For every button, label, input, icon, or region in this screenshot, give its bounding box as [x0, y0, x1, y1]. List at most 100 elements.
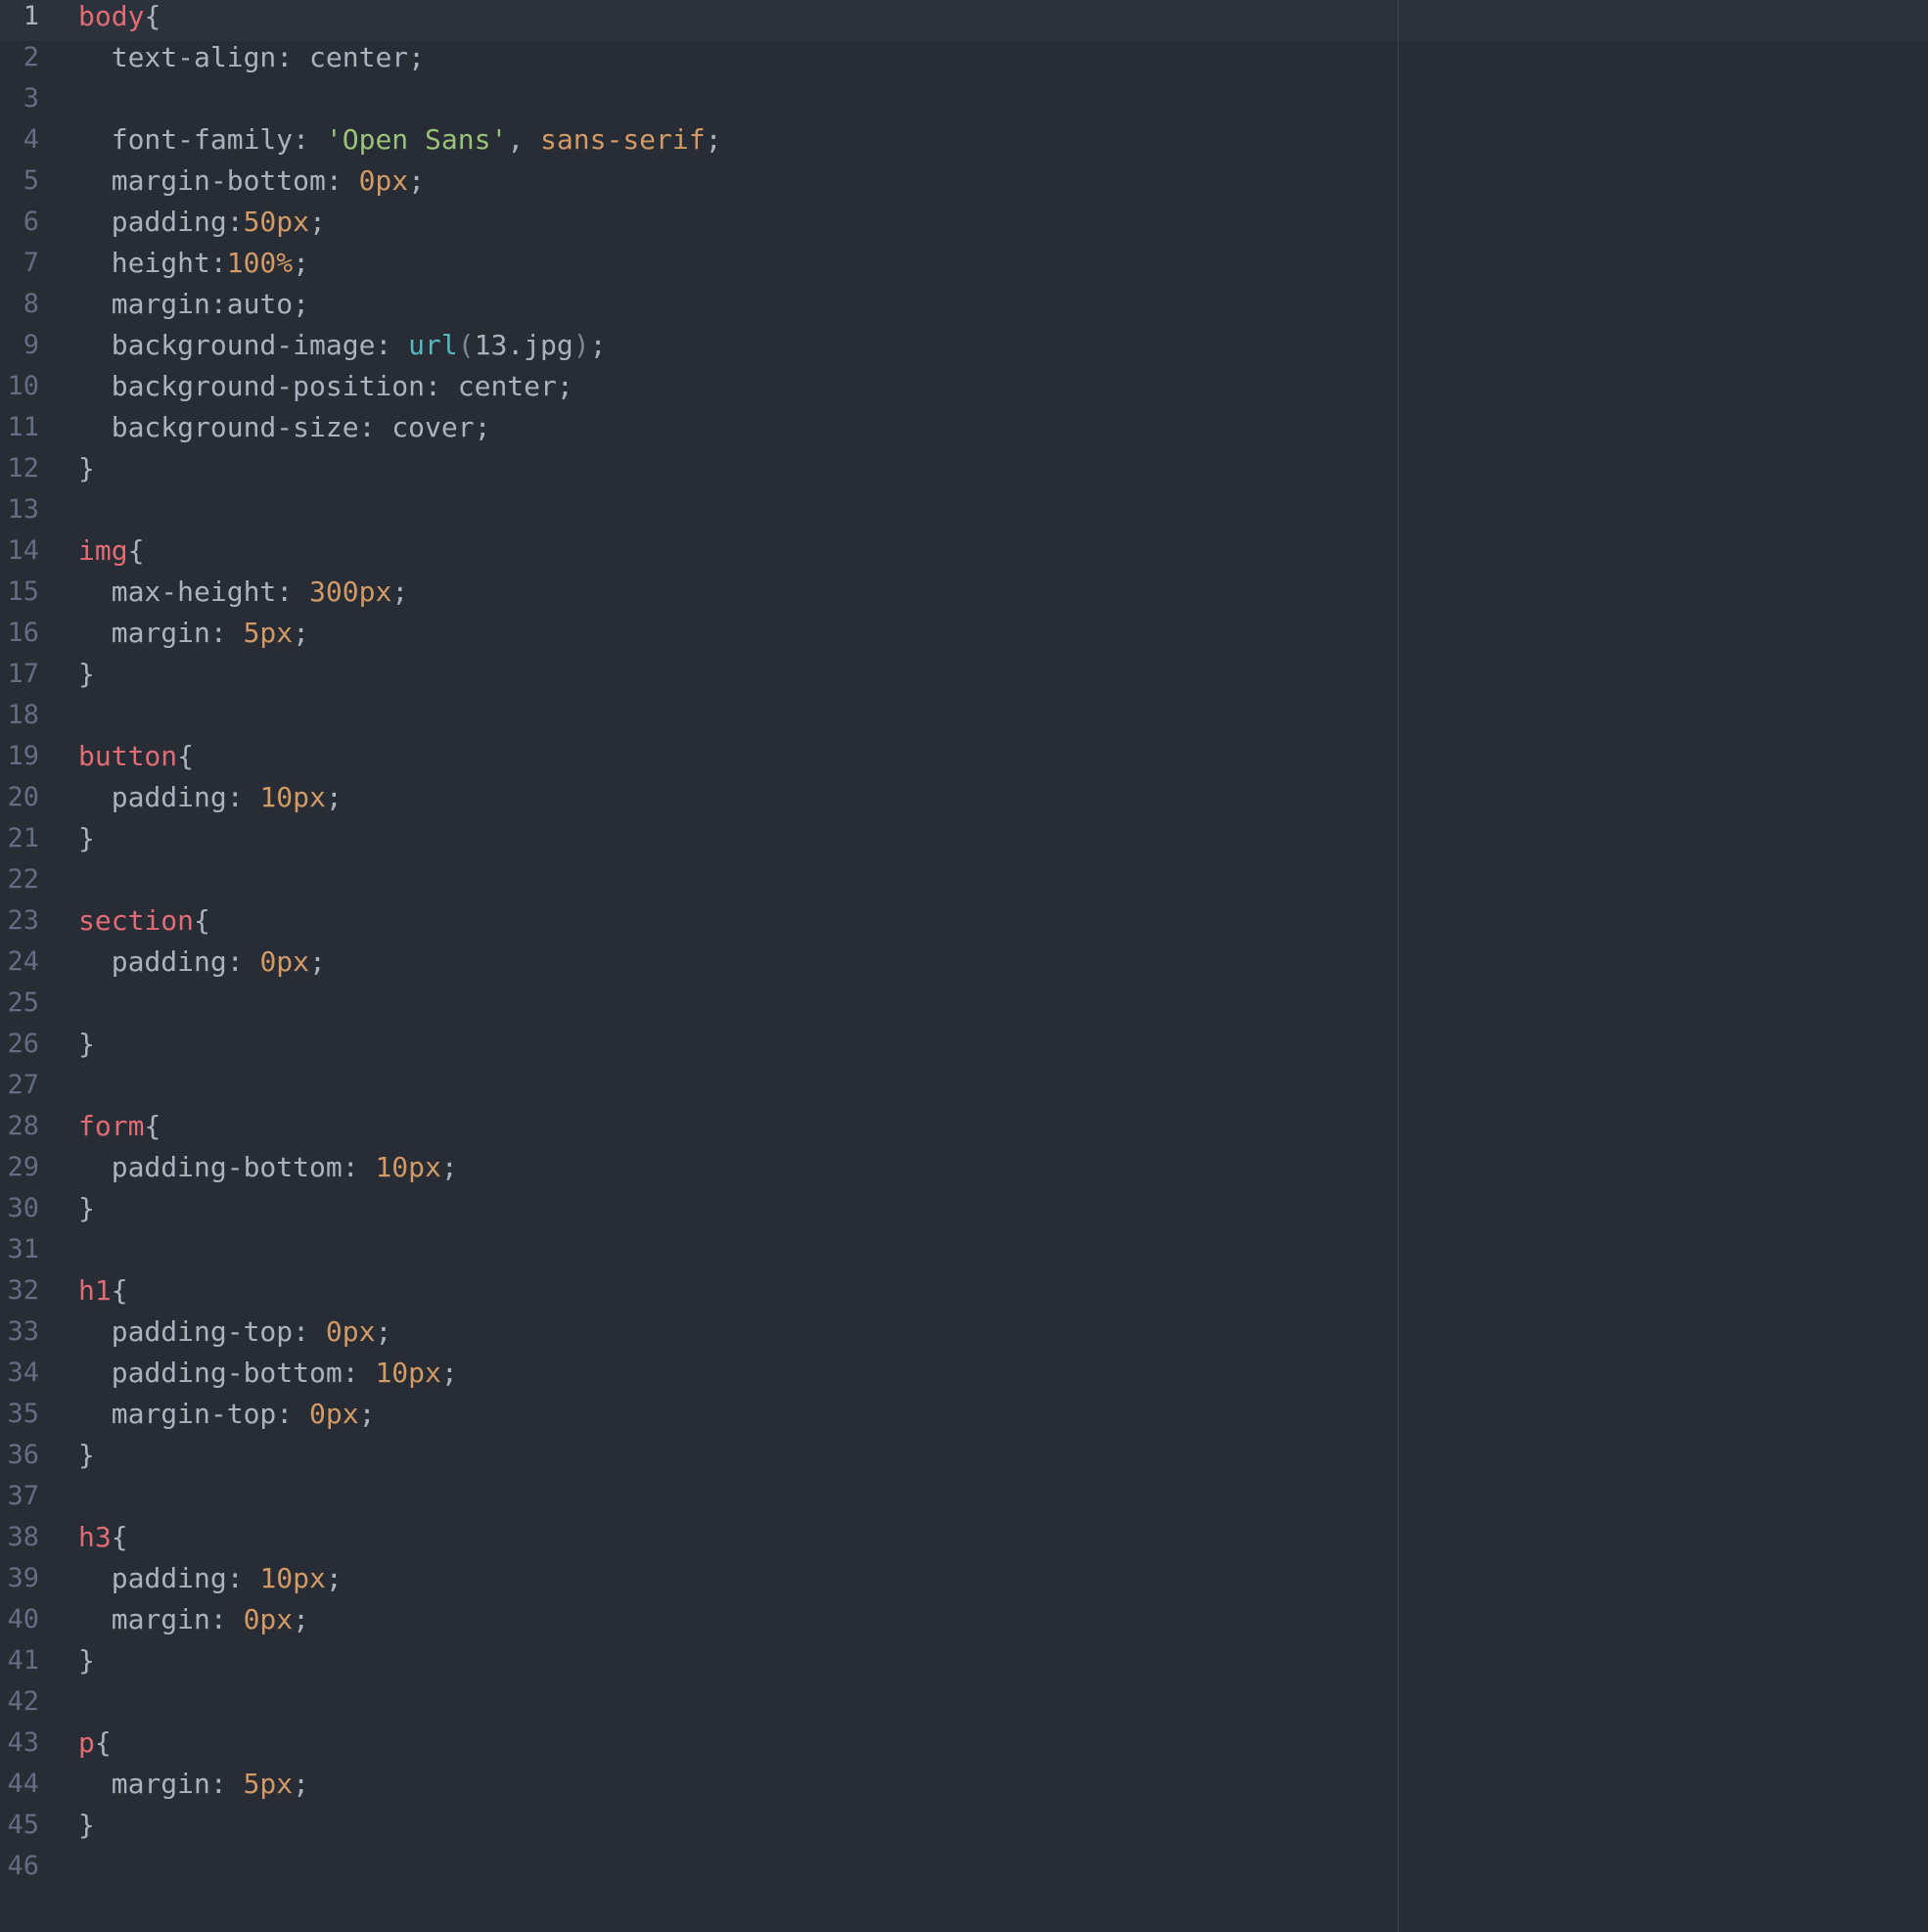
code-token: ;	[309, 206, 326, 238]
code-token: margin:	[78, 288, 227, 320]
code-line[interactable]: margin: 0px;	[78, 1603, 1380, 1644]
line-number: 22	[7, 864, 39, 895]
code-token: {	[144, 1110, 161, 1142]
code-line[interactable]: padding: 10px;	[78, 781, 1380, 822]
code-token: auto	[226, 288, 294, 320]
code-line[interactable]: img{	[78, 534, 1380, 575]
line-number: 38	[7, 1522, 39, 1552]
code-line[interactable]	[78, 1850, 1380, 1891]
line-number: 29	[7, 1152, 39, 1182]
line-number: 17	[7, 659, 39, 689]
code-line[interactable]: font-family: 'Open Sans', sans-serif;	[78, 123, 1380, 164]
line-number: 34	[7, 1357, 39, 1388]
code-line[interactable]: section{	[78, 904, 1380, 945]
line-number-gutter: 1 2 3 4 5 6 7 8 9 10 11 12 13 14 15 16 17 18 19 20 21 22 23 24 2…	[0, 0, 55, 1891]
code-token: ;	[309, 945, 326, 978]
code-token: center	[457, 370, 557, 402]
code-line[interactable]: h3{	[78, 1521, 1380, 1562]
code-area[interactable]: body{ text-align: center; font-family: '…	[78, 0, 1380, 1891]
code-line[interactable]	[78, 82, 1380, 123]
code-token: form	[78, 1110, 145, 1142]
code-token: ;	[440, 1151, 458, 1183]
code-token: section	[78, 904, 195, 937]
code-token: padding-bottom:	[78, 1357, 376, 1389]
code-line[interactable]	[78, 1685, 1380, 1726]
code-line[interactable]: h1{	[78, 1274, 1380, 1315]
code-line[interactable]: padding: 10px;	[78, 1562, 1380, 1603]
code-line[interactable]: p{	[78, 1726, 1380, 1768]
code-token: button	[78, 740, 178, 772]
code-token: ;	[293, 617, 310, 649]
code-token: margin-top:	[78, 1398, 310, 1430]
line-number: 27	[7, 1070, 39, 1100]
code-token: ;	[293, 1603, 310, 1635]
code-token: {	[194, 904, 210, 937]
code-line[interactable]: }	[78, 822, 1380, 863]
code-line[interactable]: background-image: url(13.jpg);	[78, 329, 1380, 370]
code-line[interactable]: form{	[78, 1110, 1380, 1151]
line-number: 21	[7, 823, 39, 853]
code-token: margin:	[78, 617, 244, 649]
code-token: )	[573, 329, 590, 361]
code-token: 100%	[226, 247, 294, 279]
code-line[interactable]: }	[78, 658, 1380, 699]
code-token: height:	[78, 247, 227, 279]
code-token: margin:	[78, 1603, 244, 1635]
line-number: 4	[23, 124, 39, 155]
code-line[interactable]	[78, 1480, 1380, 1521]
code-token: 0px	[309, 1398, 359, 1430]
code-line[interactable]	[78, 493, 1380, 534]
code-token: ;	[705, 123, 722, 156]
code-line[interactable]: padding-top: 0px;	[78, 1315, 1380, 1357]
line-number: 39	[7, 1563, 39, 1593]
code-line[interactable]: body{	[78, 0, 1380, 41]
code-token: }	[78, 452, 95, 484]
code-token: padding:	[78, 781, 260, 813]
code-token: ;	[589, 329, 607, 361]
code-line[interactable]: margin: 5px;	[78, 617, 1380, 658]
line-number: 41	[7, 1645, 39, 1676]
line-number: 7	[23, 248, 39, 278]
code-line[interactable]	[78, 1233, 1380, 1274]
code-token: ;	[408, 164, 426, 197]
code-line[interactable]: padding-bottom: 10px;	[78, 1357, 1380, 1398]
code-line[interactable]: background-position: center;	[78, 370, 1380, 411]
code-line[interactable]: margin: 5px;	[78, 1768, 1380, 1809]
code-token: background-image:	[78, 329, 409, 361]
code-line[interactable]: button{	[78, 740, 1380, 781]
line-number: 8	[23, 289, 39, 319]
code-line[interactable]: }	[78, 1192, 1380, 1233]
line-number: 19	[7, 741, 39, 771]
line-number: 10	[7, 371, 39, 401]
code-line[interactable]: }	[78, 1028, 1380, 1069]
code-line[interactable]: margin:auto;	[78, 288, 1380, 329]
code-token: cover	[391, 411, 475, 443]
code-line[interactable]: margin-bottom: 0px;	[78, 164, 1380, 206]
code-line[interactable]: }	[78, 1644, 1380, 1685]
code-token: }	[78, 658, 95, 690]
code-line[interactable]: background-size: cover;	[78, 411, 1380, 452]
code-token: ;	[474, 411, 491, 443]
code-line[interactable]	[78, 987, 1380, 1028]
code-line[interactable]: max-height: 300px;	[78, 575, 1380, 617]
code-line[interactable]: }	[78, 452, 1380, 493]
code-line[interactable]: padding-bottom: 10px;	[78, 1151, 1380, 1192]
code-token: padding:	[78, 945, 260, 978]
code-line[interactable]	[78, 1069, 1380, 1110]
code-line[interactable]: padding: 0px;	[78, 945, 1380, 987]
code-line[interactable]: text-align: center;	[78, 41, 1380, 82]
code-editor[interactable]: 1 2 3 4 5 6 7 8 9 10 11 12 13 14 15 16 17 18 19 20 21 22 23 24 2…	[0, 0, 1928, 1932]
code-line[interactable]: height:100%;	[78, 247, 1380, 288]
line-number: 45	[7, 1810, 39, 1840]
code-line[interactable]: }	[78, 1439, 1380, 1480]
code-token: 0px	[325, 1315, 376, 1348]
code-token: 10px	[259, 1562, 326, 1594]
line-number: 30	[7, 1193, 39, 1223]
code-line[interactable]: }	[78, 1809, 1380, 1850]
code-token: ;	[408, 41, 426, 73]
code-line[interactable]	[78, 699, 1380, 740]
code-line[interactable]: padding:50px;	[78, 206, 1380, 247]
code-line[interactable]: margin-top: 0px;	[78, 1398, 1380, 1439]
line-number: 24	[7, 946, 39, 977]
code-line[interactable]	[78, 863, 1380, 904]
